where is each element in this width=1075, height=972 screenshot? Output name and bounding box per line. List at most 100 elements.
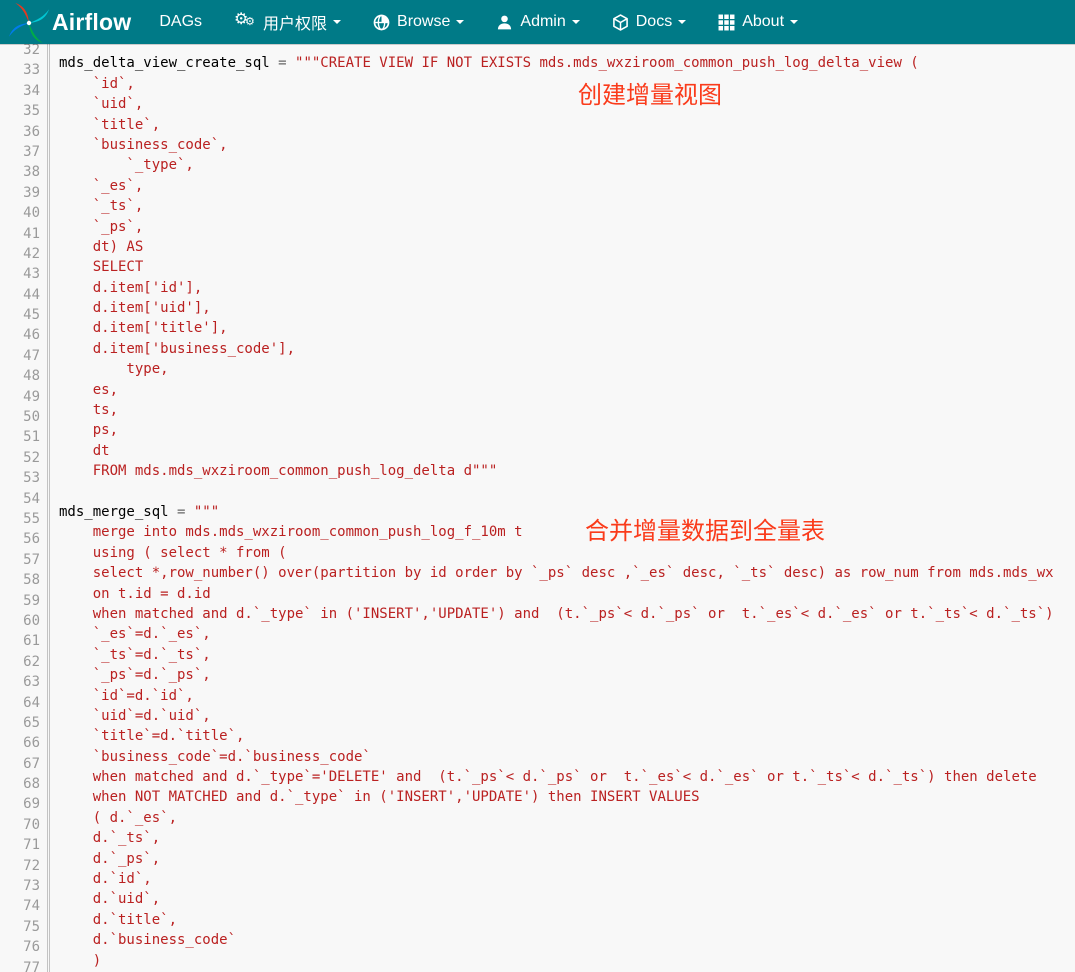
code-line: `_type`, [59, 155, 1075, 175]
code-line: d.`_ts`, [59, 828, 1075, 848]
line-number: 63 [0, 672, 40, 692]
line-number: 76 [0, 937, 40, 957]
code-line: `_ps`=d.`_ps`, [59, 665, 1075, 685]
line-number: 38 [0, 162, 40, 182]
line-number: 75 [0, 917, 40, 937]
line-number: 62 [0, 652, 40, 672]
nav-item-about[interactable]: About [702, 0, 814, 44]
nav-item-admin[interactable]: Admin [480, 0, 595, 44]
code-line: es, [59, 380, 1075, 400]
nav-item-docs[interactable]: Docs [596, 0, 702, 44]
airflow-logo[interactable]: Airflow [0, 0, 137, 44]
line-number: 58 [0, 570, 40, 590]
code-line: SELECT [59, 257, 1075, 277]
code-line: ts, [59, 400, 1075, 420]
code-line: type, [59, 359, 1075, 379]
line-number: 77 [0, 958, 40, 972]
gears-icon: ⚙⚙ [234, 13, 256, 31]
nav-item-user-permissions[interactable]: ⚙⚙ 用户权限 [218, 0, 357, 44]
code-line: `title`=d.`title`, [59, 726, 1075, 746]
code-line: d.`uid`, [59, 889, 1075, 909]
code-wrapper: 3233343536373839404142434445464748495051… [0, 44, 1075, 972]
code-line: `id`, [59, 74, 1075, 94]
nav-item-dags[interactable]: DAGs [143, 0, 218, 44]
line-number: 60 [0, 611, 40, 631]
line-number-gutter: 3233343536373839404142434445464748495051… [0, 44, 50, 972]
code-line: `business_code`=d.`business_code` [59, 747, 1075, 767]
caret-down-icon [333, 20, 341, 24]
nav-item-label: 用户权限 [263, 10, 327, 34]
line-number: 33 [0, 60, 40, 80]
code-line: dt) AS [59, 237, 1075, 257]
navbar: Airflow DAGs ⚙⚙ 用户权限 Browse [0, 0, 1075, 44]
line-number: 73 [0, 876, 40, 896]
nav-item-label: Admin [520, 13, 565, 31]
line-number: 57 [0, 550, 40, 570]
code-line: ( d.`_es`, [59, 808, 1075, 828]
line-number: 48 [0, 366, 40, 386]
code-line [59, 44, 1075, 53]
nav-item-label: Docs [636, 13, 672, 31]
code-line: `_ps`, [59, 217, 1075, 237]
line-number: 37 [0, 142, 40, 162]
line-number: 50 [0, 407, 40, 427]
line-number: 53 [0, 468, 40, 488]
grid-icon [718, 14, 735, 31]
line-number: 69 [0, 794, 40, 814]
code-line: when NOT MATCHED and d.`_type` in ('INSE… [59, 787, 1075, 807]
code-line: `uid`, [59, 94, 1075, 114]
line-number: 42 [0, 244, 40, 264]
code-line: d.item['title'], [59, 318, 1075, 338]
code-line: `_ts`=d.`_ts`, [59, 645, 1075, 665]
code-line: d.item['id'], [59, 278, 1075, 298]
line-number: 61 [0, 631, 40, 651]
code-line: `_es`=d.`_es`, [59, 624, 1075, 644]
globe-icon [373, 14, 390, 31]
line-number: 39 [0, 183, 40, 203]
code-line: `_ts`, [59, 196, 1075, 216]
line-number: 55 [0, 509, 40, 529]
code-line: `_es`, [59, 176, 1075, 196]
nav-item-browse[interactable]: Browse [357, 0, 480, 44]
nav-item-label: DAGs [159, 13, 202, 31]
code-content: mds_delta_view_create_sql = """CREATE VI… [50, 44, 1075, 972]
code-line: dt [59, 441, 1075, 461]
code-line: select *,row_number() over(partition by … [59, 563, 1075, 583]
line-number: 44 [0, 285, 40, 305]
code-line: d.`business_code` [59, 930, 1075, 950]
line-number: 41 [0, 224, 40, 244]
code-line: when matched and d.`_type` in ('INSERT',… [59, 604, 1075, 624]
code-line: `id`=d.`id`, [59, 686, 1075, 706]
line-number: 47 [0, 346, 40, 366]
line-number: 70 [0, 815, 40, 835]
line-number: 40 [0, 203, 40, 223]
line-number: 74 [0, 896, 40, 916]
code-line: d.item['uid'], [59, 298, 1075, 318]
code-line: merge into mds.mds_wxziroom_common_push_… [59, 522, 1075, 542]
code-line: mds_merge_sql = """ [59, 502, 1075, 522]
code-line: using ( select * from ( [59, 543, 1075, 563]
line-number: 49 [0, 387, 40, 407]
line-number: 52 [0, 448, 40, 468]
caret-down-icon [790, 20, 798, 24]
code-line [59, 482, 1075, 502]
line-number: 56 [0, 529, 40, 549]
line-number: 54 [0, 489, 40, 509]
caret-down-icon [572, 20, 580, 24]
line-number: 72 [0, 856, 40, 876]
code-line: `business_code`, [59, 135, 1075, 155]
nav-item-label: Browse [397, 13, 450, 31]
code-line: mds_delta_view_create_sql = """CREATE VI… [59, 53, 1075, 73]
code-line: when matched and d.`_type`='DELETE' and … [59, 767, 1075, 787]
code-line: ) [59, 951, 1075, 971]
line-number: 67 [0, 754, 40, 774]
caret-down-icon [678, 20, 686, 24]
code-view: 3233343536373839404142434445464748495051… [0, 44, 1075, 972]
nav-item-label: About [742, 13, 784, 31]
code-line: d.`_ps`, [59, 849, 1075, 869]
line-number: 65 [0, 713, 40, 733]
brand-title: Airflow [52, 9, 131, 36]
line-number: 32 [0, 44, 40, 60]
code-line: `title`, [59, 115, 1075, 135]
line-number: 46 [0, 325, 40, 345]
